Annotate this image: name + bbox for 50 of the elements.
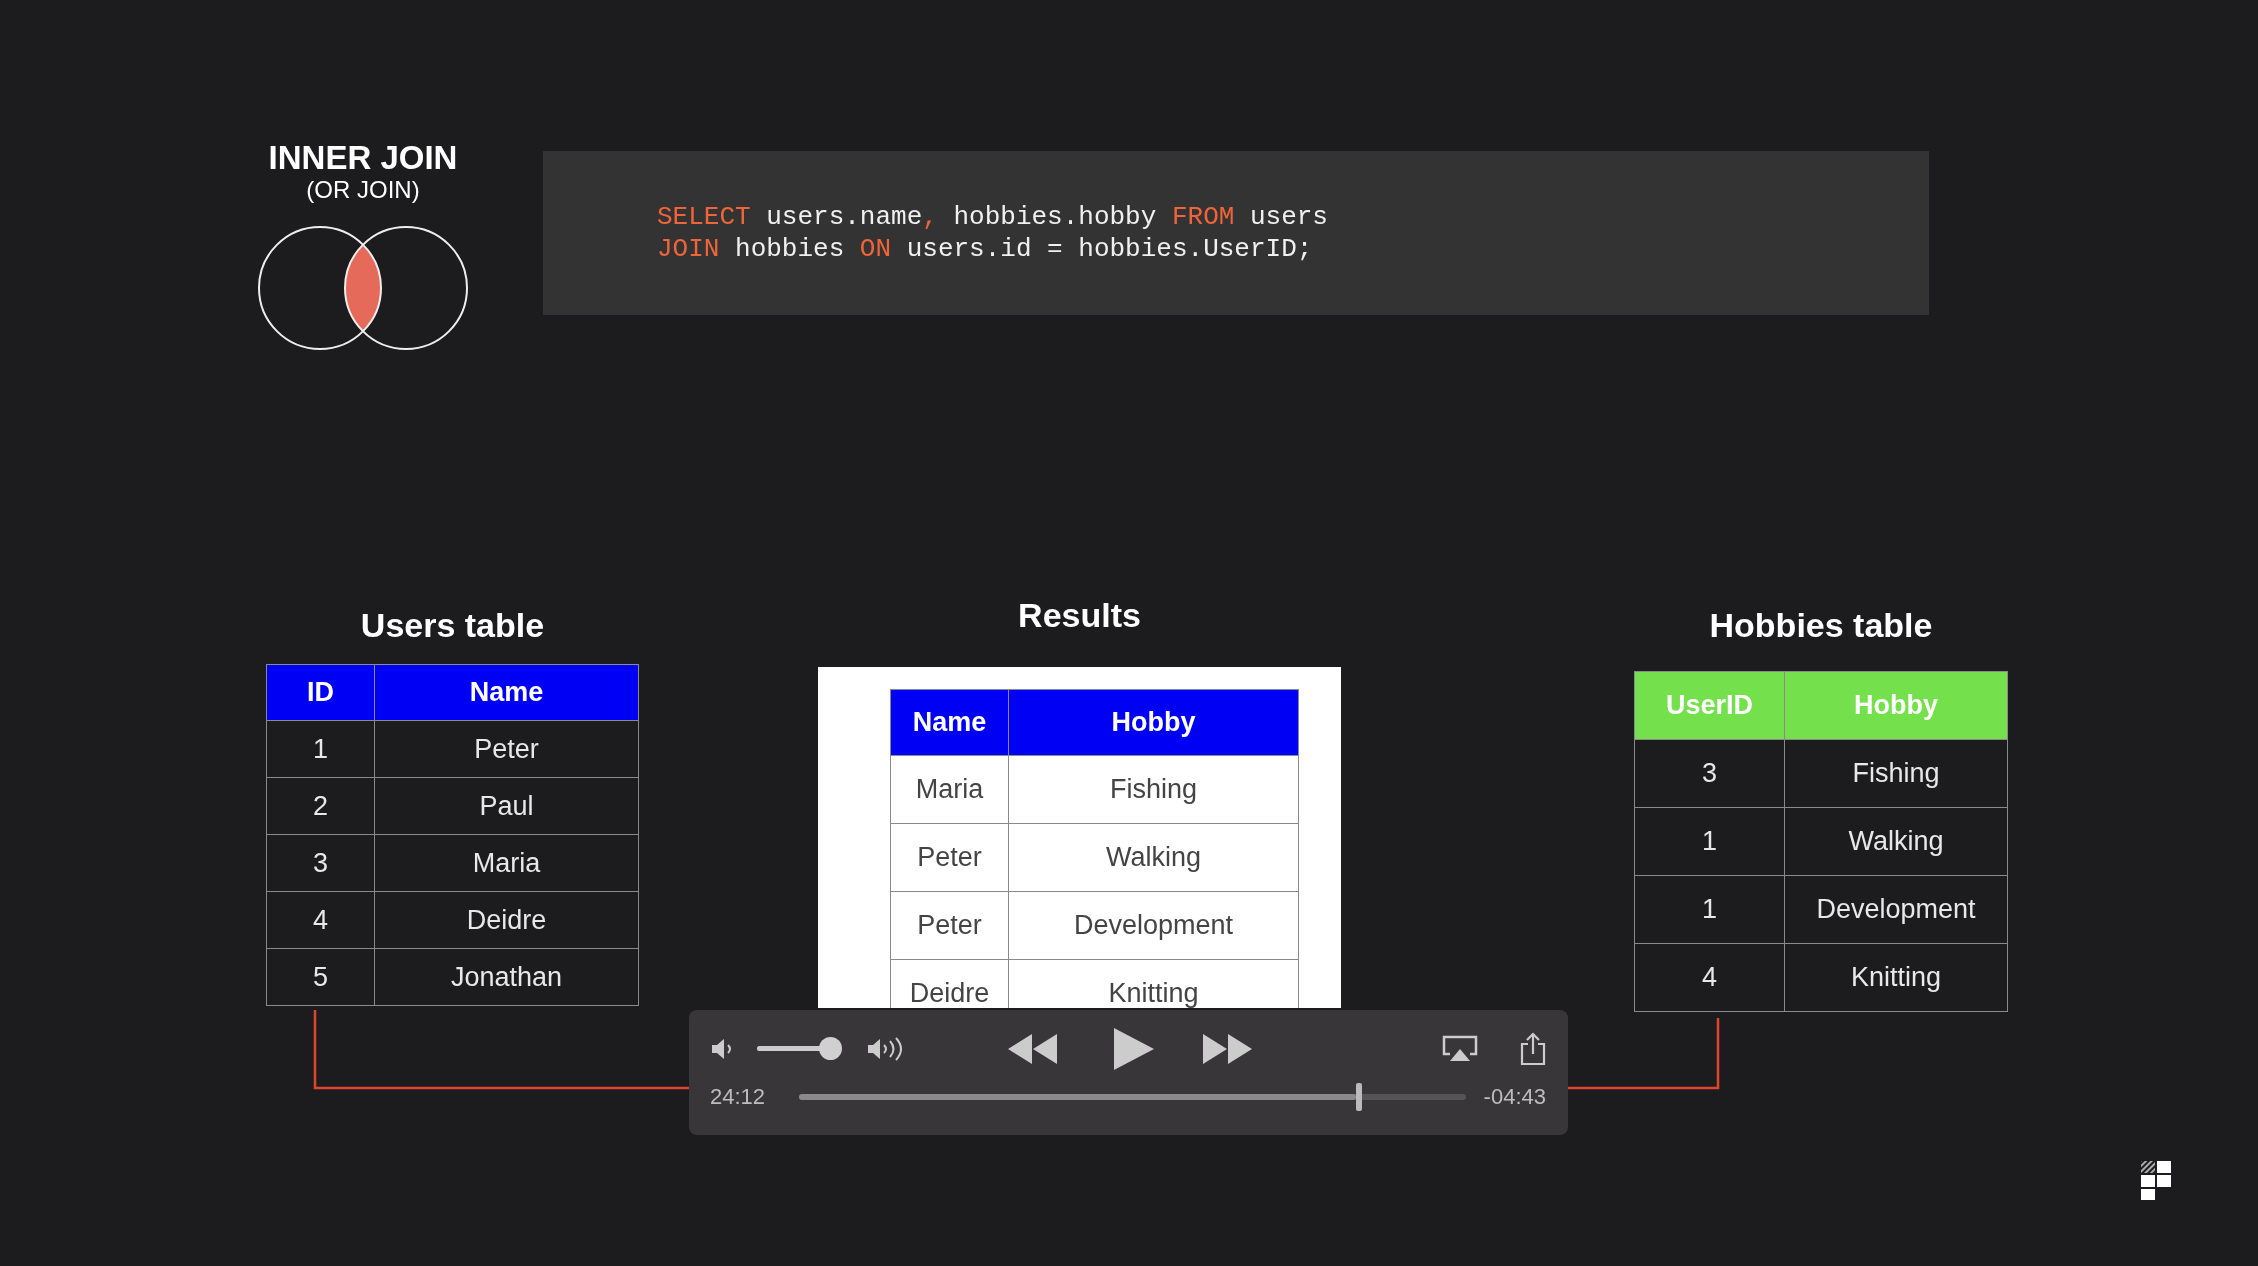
table-cell: 4	[266, 891, 375, 949]
table-cell: Maria	[890, 755, 1009, 824]
table-cell: Fishing	[1008, 755, 1299, 824]
table-cell: 1	[266, 720, 375, 778]
join-subtitle: (OR JOIN)	[305, 176, 421, 206]
table-cell: Deidre	[374, 891, 639, 949]
table-cell: 2	[266, 777, 375, 835]
table-cell: Maria	[374, 834, 639, 892]
logo-icon	[2140, 1160, 2172, 1200]
table-cell: Knitting	[1784, 943, 2008, 1012]
elapsed-time: 24:12	[710, 1083, 766, 1111]
code-line: SELECT users.name, hobbies.hobby FROM users	[657, 201, 1329, 233]
table-title: Hobbies table	[1708, 605, 1934, 647]
playhead[interactable]	[1355, 1082, 1362, 1111]
fast-forward-icon[interactable]	[1201, 1032, 1254, 1066]
column-header: Name	[374, 664, 639, 721]
table-cell: 3	[266, 834, 375, 892]
column-header: ID	[266, 664, 375, 721]
table-cell: Peter	[890, 823, 1009, 892]
column-header: UserID	[1634, 671, 1785, 740]
airplay-icon[interactable]	[1442, 1035, 1478, 1063]
join-title: INNER JOIN	[267, 140, 459, 177]
table-cell: Deidre	[890, 959, 1009, 1009]
table-cell: Peter	[890, 891, 1009, 960]
table-cell: Development	[1008, 891, 1299, 960]
table-cell: Paul	[374, 777, 639, 835]
table-cell: 1	[1634, 807, 1785, 876]
table-title: Results	[1017, 595, 1142, 637]
table-cell: Peter	[374, 720, 639, 778]
code-line: JOIN hobbies ON users.id = hobbies.UserID;	[657, 233, 1314, 265]
table-cell: Development	[1784, 875, 2008, 944]
column-header: Hobby	[1008, 689, 1299, 756]
table-cell: 3	[1634, 739, 1785, 808]
rewind-icon[interactable]	[1006, 1032, 1059, 1066]
table-cell: Walking	[1784, 807, 2008, 876]
progress-bar[interactable]	[799, 1082, 1466, 1111]
column-header: Name	[890, 689, 1009, 756]
remaining-time: -04:43	[1483, 1083, 1546, 1111]
table-cell: Fishing	[1784, 739, 2008, 808]
play-icon[interactable]	[1111, 1026, 1156, 1072]
slider-thumb[interactable]	[819, 1037, 843, 1060]
table-cell: Jonathan	[374, 948, 639, 1006]
table-cell: 5	[266, 948, 375, 1006]
table-cell: Walking	[1008, 823, 1299, 892]
table-cell: Knitting	[1008, 959, 1299, 1009]
table-cell: 4	[1634, 943, 1785, 1012]
column-header: Hobby	[1784, 671, 2008, 740]
table-cell: 1	[1634, 875, 1785, 944]
table-title: Users table	[359, 605, 546, 647]
share-icon[interactable]	[1520, 1032, 1546, 1066]
